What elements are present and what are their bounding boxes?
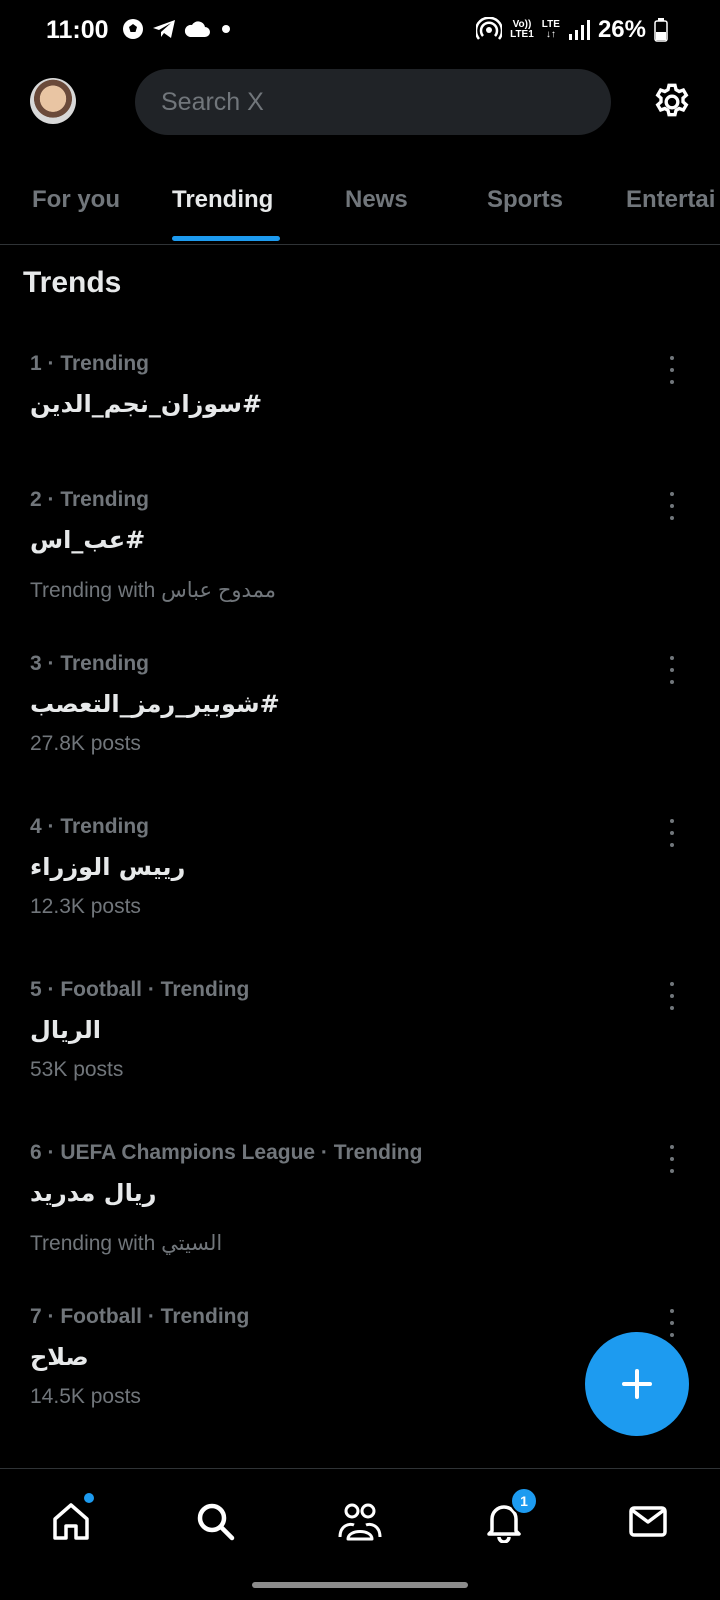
plus-icon — [622, 1369, 652, 1399]
trend-name: #شوبير_رمز_التعصب — [30, 690, 280, 718]
trend-meta: 3 · Trending — [30, 652, 150, 675]
top-bar — [0, 66, 720, 138]
bottom-navigation: 1 — [0, 1468, 720, 1569]
nav-explore[interactable] — [191, 1497, 239, 1545]
status-bar: 11:00 Vo)) LTE1 LTE ↓↑ 26% — [0, 0, 720, 62]
trend-item[interactable]: 6 · UEFA Champions League · Trending ريا… — [30, 1141, 650, 1256]
more-options-icon[interactable] — [666, 982, 678, 1010]
more-options-icon[interactable] — [666, 1145, 678, 1173]
trend-item[interactable]: 1 · Trending #سوزان_نجم_الدين — [30, 352, 650, 418]
status-time: 11:00 — [46, 16, 109, 44]
home-icon — [53, 1503, 89, 1540]
compose-button[interactable] — [585, 1332, 689, 1436]
tab-active-indicator — [172, 236, 280, 241]
notifications-badge: 1 — [510, 1487, 538, 1515]
status-system-icons: Vo)) LTE1 LTE ↓↑ 26% — [476, 16, 668, 44]
trend-name: #سوزان_نجم_الدين — [30, 390, 263, 418]
tab-for-you[interactable]: For you — [32, 186, 120, 214]
more-options-icon[interactable] — [666, 656, 678, 684]
search-input[interactable] — [159, 86, 583, 118]
nav-home[interactable] — [47, 1493, 95, 1545]
trend-name: الريال — [30, 1016, 102, 1044]
volte-indicator: Vo)) LTE1 — [510, 19, 534, 40]
trend-item[interactable]: 2 · Trending #عب_اس Trending with ممدوح … — [30, 488, 650, 603]
dot-icon — [222, 25, 230, 33]
nav-communities[interactable] — [336, 1497, 384, 1545]
home-new-dot — [84, 1493, 94, 1503]
section-title: Trends — [23, 266, 122, 299]
avatar[interactable] — [30, 78, 76, 124]
tab-trending[interactable]: Trending — [172, 186, 273, 214]
trend-sub: Trending with ممدوح عباس — [30, 579, 276, 602]
nav-messages[interactable] — [624, 1497, 672, 1545]
tab-entertainment[interactable]: Entertai — [626, 186, 715, 214]
cloud-icon — [184, 21, 210, 37]
trend-sub: Trending with السيتي — [30, 1232, 223, 1255]
trend-post-count: 53K posts — [30, 1058, 124, 1081]
telegram-icon — [153, 20, 175, 38]
tab-sports[interactable]: Sports — [487, 186, 563, 214]
trend-item[interactable]: 5 · Football · Trending الريال 53K posts — [30, 978, 650, 1082]
trend-item[interactable]: 7 · Football · Trending صلاح 14.5K posts — [30, 1305, 650, 1409]
trend-post-count: 12.3K posts — [30, 895, 141, 918]
mail-icon — [629, 1506, 667, 1537]
more-options-icon[interactable] — [666, 1309, 678, 1337]
gesture-bar — [252, 1582, 468, 1588]
gear-icon[interactable] — [652, 82, 692, 122]
trend-name: رييس الوزراء — [30, 853, 186, 881]
lte-indicator: LTE ↓↑ — [541, 19, 560, 40]
trend-item[interactable]: 4 · Trending رييس الوزراء 12.3K posts — [30, 815, 650, 919]
trend-meta: 6 · UEFA Champions League · Trending — [30, 1141, 423, 1164]
hotspot-icon — [476, 17, 503, 40]
trend-name: ريال مدريد — [30, 1179, 157, 1207]
explore-tabs: For you Trending News Sports Entertai — [0, 168, 720, 245]
more-options-icon[interactable] — [666, 356, 678, 384]
soccer-ball-icon — [123, 19, 143, 39]
trend-meta: 2 · Trending — [30, 488, 150, 511]
more-options-icon[interactable] — [666, 819, 678, 847]
search-bar[interactable] — [135, 69, 611, 135]
communities-icon — [338, 1503, 382, 1541]
search-icon — [197, 1503, 235, 1541]
trend-name: صلاح — [30, 1343, 89, 1371]
tab-news[interactable]: News — [345, 186, 408, 214]
trend-name: #عب_اس — [30, 526, 146, 554]
data-arrows-icon: ↓↑ — [545, 29, 556, 40]
more-options-icon[interactable] — [666, 492, 678, 520]
trend-meta: 5 · Football · Trending — [30, 978, 250, 1001]
battery-percent: 26% — [597, 16, 646, 43]
status-notification-icons — [122, 18, 234, 40]
signal-icon — [568, 20, 590, 40]
trend-meta: 4 · Trending — [30, 815, 150, 838]
trend-item[interactable]: 3 · Trending #شوبير_رمز_التعصب 27.8K pos… — [30, 652, 650, 756]
trend-meta: 7 · Football · Trending — [30, 1305, 250, 1328]
nav-notifications[interactable]: 1 — [480, 1487, 538, 1545]
trend-post-count: 27.8K posts — [30, 732, 141, 755]
trend-post-count: 14.5K posts — [30, 1385, 141, 1408]
battery-icon — [654, 18, 668, 42]
trend-meta: 1 · Trending — [30, 352, 150, 375]
